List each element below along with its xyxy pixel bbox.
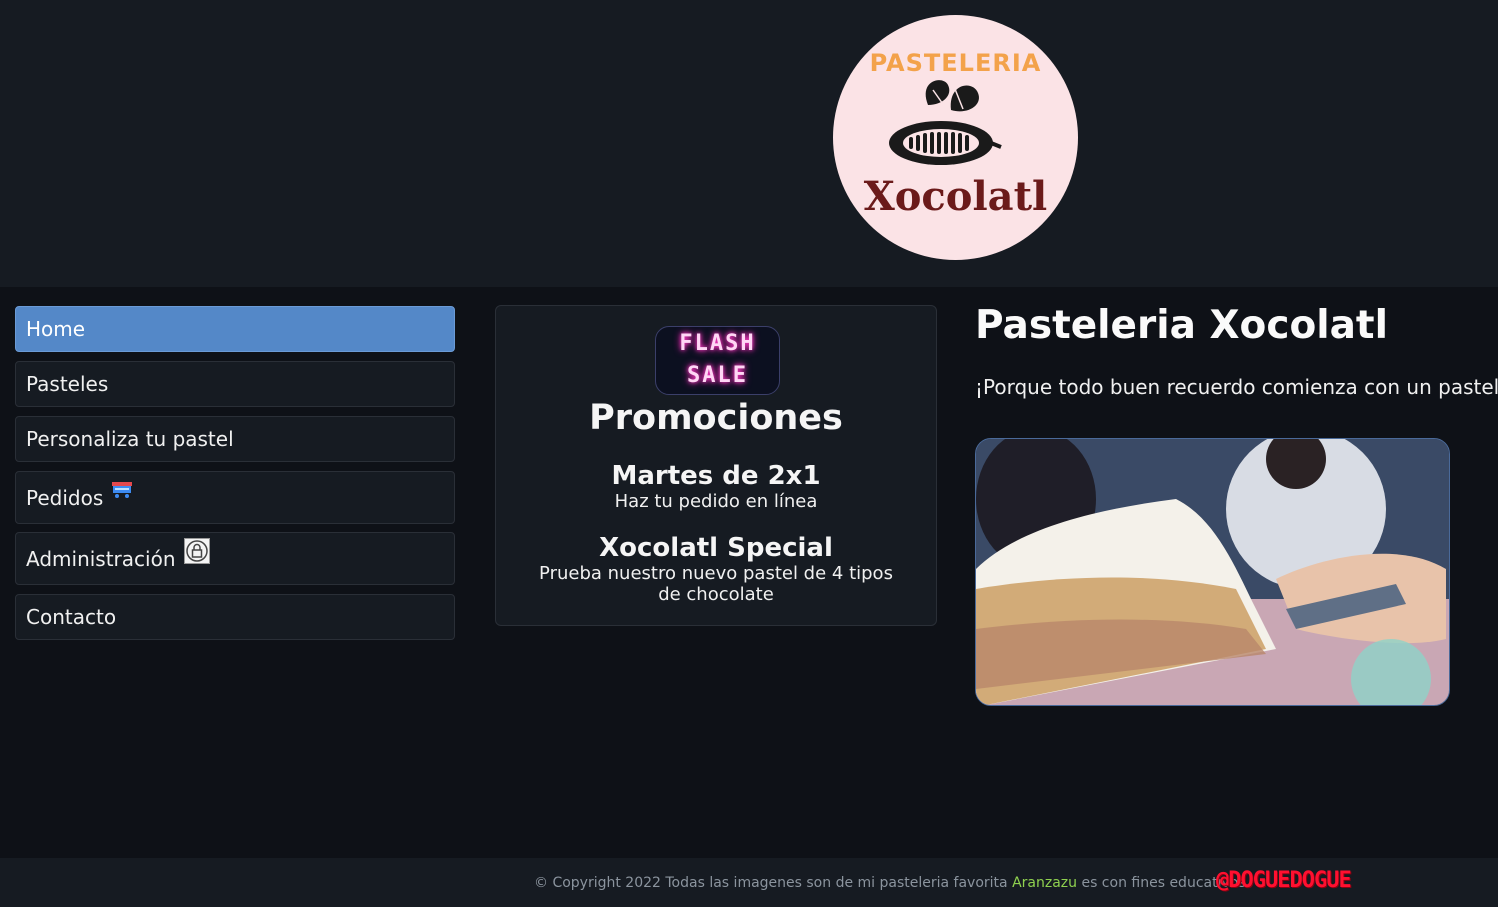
cake-image — [975, 438, 1450, 706]
author-tag: @DOGUEDOGUE — [1216, 868, 1352, 893]
nav-item-contacto[interactable]: Contacto — [15, 594, 455, 640]
nav-item-pedidos[interactable]: Pedidos — [15, 471, 455, 524]
flash-sale-line1: FLASH — [679, 331, 756, 356]
nav-item-label: Contacto — [26, 605, 117, 629]
nav-item-administracion[interactable]: Administración — [15, 532, 455, 585]
offer-desc: Prueba nuestro nuevo pastel de 4 tipos d… — [539, 563, 893, 605]
copyright-text: © Copyright 2022 Todas las imagenes son … — [534, 875, 1246, 891]
nav-item-home[interactable]: Home — [15, 306, 455, 352]
nav-item-label: Personaliza tu pastel — [26, 427, 234, 451]
delivery-cart-icon — [111, 480, 133, 504]
flash-sale-badge: FLASH SALE — [655, 326, 780, 395]
site-logo[interactable]: PASTELERIA Xocolatl — [833, 15, 1078, 260]
cacao-pod-icon — [889, 80, 1002, 165]
copyright-prefix: © Copyright 2022 Todas las imagenes son … — [534, 875, 1013, 891]
nav-item-label: Pasteles — [26, 372, 109, 396]
page-title: Pasteleria Xocolatl — [975, 303, 1388, 348]
offer-title: Xocolatl Special — [599, 533, 833, 563]
nav-item-label: Administración — [26, 546, 176, 571]
nav-item-personaliza[interactable]: Personaliza tu pastel — [15, 416, 455, 462]
cake-illustration — [976, 439, 1449, 705]
logo-top-text: PASTELERIA — [869, 49, 1042, 77]
aranzazu-link[interactable]: Aranzazu — [1012, 875, 1077, 891]
flash-sale-line2: SALE — [687, 363, 748, 388]
lock-shield-icon — [183, 538, 210, 569]
nav-item-label: Pedidos — [26, 485, 104, 510]
logo-bottom-text: Xocolatl — [863, 173, 1048, 220]
offer-title: Martes de 2x1 — [611, 461, 821, 491]
promotions-title: Promociones — [589, 398, 843, 438]
nav-item-label: Home — [26, 317, 86, 341]
promotions-card: FLASH SALE Promociones Martes de 2x1 Haz… — [495, 305, 937, 626]
site-header: PASTELERIA Xocolatl — [0, 0, 1498, 287]
page-subtitle: ¡Porque todo buen recuerdo comienza con … — [975, 375, 1498, 399]
offer-desc: Haz tu pedido en línea — [614, 491, 818, 512]
nav-item-pasteles[interactable]: Pasteles — [15, 361, 455, 407]
site-footer: © Copyright 2022 Todas las imagenes son … — [0, 858, 1498, 907]
